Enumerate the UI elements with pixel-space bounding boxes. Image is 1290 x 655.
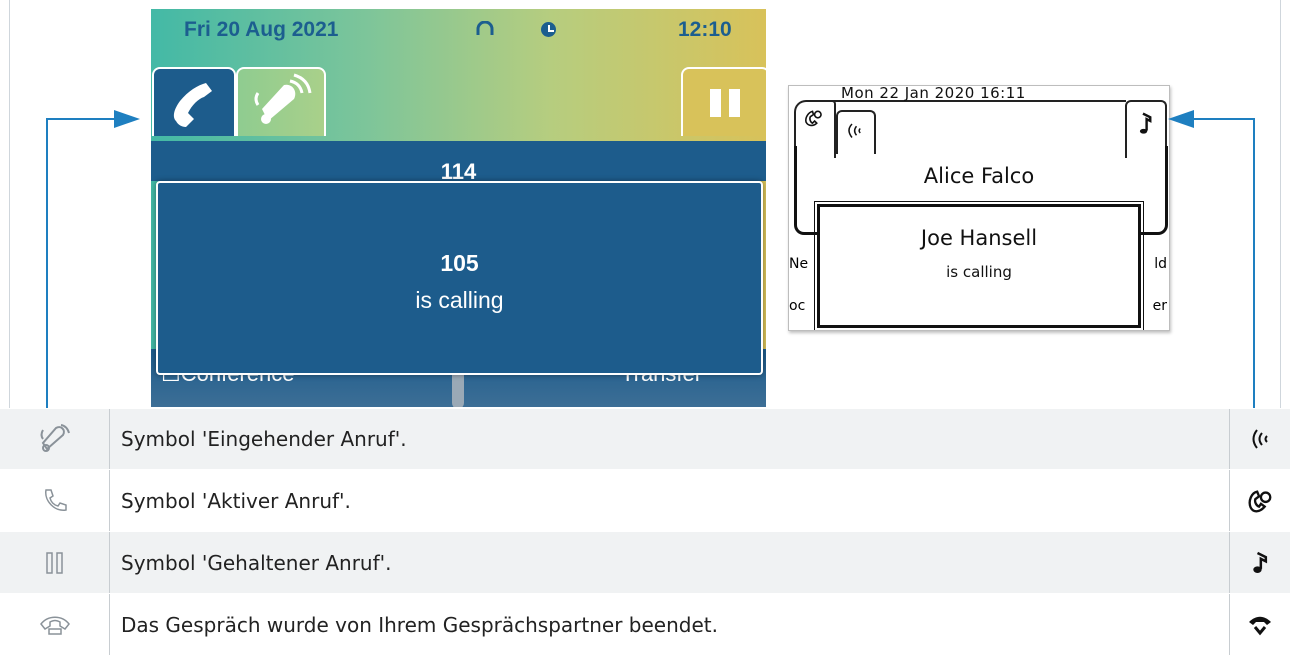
clock-icon xyxy=(541,22,556,37)
legend-row: Das Gespräch wurde von Ihrem Gesprächspa… xyxy=(0,593,1290,655)
phone-screen-mono: Mon 22 Jan 2020 16:11 Alice Falco Ne ld … xyxy=(788,85,1170,331)
legend-text: Symbol 'Gehaltener Anruf'. xyxy=(121,550,392,575)
ringing-bell-icon xyxy=(40,424,70,452)
status-time: 12:10 xyxy=(678,18,732,41)
incoming-waves-icon xyxy=(848,123,861,138)
caller-name: Joe Hansell xyxy=(920,226,1038,250)
arrow-left-horizontal xyxy=(46,118,116,120)
fragment-right-bottom: er xyxy=(1152,298,1167,314)
legend-text: Symbol 'Eingehender Anruf'. xyxy=(121,427,407,451)
arrow-right-vertical xyxy=(1253,118,1255,408)
incoming-waves-icon xyxy=(1252,429,1268,449)
ringing-bell-icon xyxy=(254,73,312,124)
active-call-name: Alice Falco xyxy=(923,164,1035,188)
status-date-mono: Mon 22 Jan 2020 16:11 xyxy=(841,85,1026,102)
tab-call-on-hold[interactable] xyxy=(681,67,766,136)
fragment-right-top: ld xyxy=(1154,256,1167,272)
status-date: Fri 20 Aug 2021 xyxy=(184,18,339,41)
legend-text: Symbol 'Aktiver Anruf'. xyxy=(121,488,351,513)
headset-icon xyxy=(476,21,494,35)
phone-handset-outline-icon xyxy=(44,488,67,511)
arrow-right-head xyxy=(1168,110,1194,128)
legend-row: Symbol 'Aktiver Anruf'. xyxy=(0,469,1290,531)
legend-row: Symbol 'Gehaltener Anruf'. xyxy=(0,531,1290,593)
tab-incoming-call[interactable] xyxy=(236,67,326,136)
tab-active-call[interactable] xyxy=(152,67,236,136)
status-bar: Fri 20 Aug 2021 12:10 xyxy=(151,9,766,51)
hangup-handset-icon xyxy=(39,616,70,635)
phone-screen-color: Fri 20 Aug 2021 12:10 114 ☐Conference Tr… xyxy=(151,9,766,407)
active-call-icon xyxy=(805,110,822,127)
incoming-call-popup-mono[interactable]: Joe Hansell is calling xyxy=(814,201,1144,330)
icon-legend-table: Symbol 'Eingehender Anruf'. Symbol 'Akti… xyxy=(0,408,1290,655)
calling-text: is calling xyxy=(415,287,504,313)
legend-row: Symbol 'Eingehender Anruf'. xyxy=(0,408,1290,469)
incoming-call-popup[interactable]: 105 is calling xyxy=(156,181,763,375)
caller-number: 105 xyxy=(440,250,479,276)
active-call-icon xyxy=(1248,489,1272,512)
right-frame-line xyxy=(1280,0,1281,408)
phone-handset-icon xyxy=(173,83,212,127)
arrow-left-vertical xyxy=(46,118,48,408)
hangup-icon xyxy=(1249,616,1271,635)
music-note-icon xyxy=(1253,551,1268,573)
music-note-icon xyxy=(1139,112,1152,134)
legend-text: Das Gespräch wurde von Ihrem Gesprächspa… xyxy=(121,612,718,637)
fragment-left-top: Ne xyxy=(789,256,809,272)
arrow-left-head xyxy=(114,110,140,128)
fragment-left-bottom: oc xyxy=(789,298,806,314)
left-frame-line xyxy=(9,0,10,408)
calling-text-mono: is calling xyxy=(946,263,1012,281)
pause-outline-icon xyxy=(45,551,63,574)
arrow-right-horizontal xyxy=(1190,118,1254,120)
